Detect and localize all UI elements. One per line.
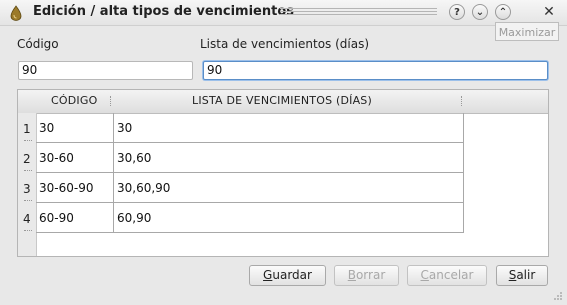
app-icon: [10, 5, 22, 21]
column-resize-handle[interactable]: [110, 96, 112, 106]
row-number[interactable]: 3: [23, 182, 31, 196]
codigo-cell[interactable]: 60-90: [36, 203, 114, 233]
close-icon[interactable]: ✕: [541, 4, 557, 20]
codigo-cell[interactable]: 30-60-90: [36, 173, 114, 203]
resize-grip-icon[interactable]: [553, 291, 563, 301]
row-header-column: 1 2 3 4: [18, 113, 37, 256]
codigo-cell[interactable]: 30: [36, 113, 114, 143]
cancelar-button[interactable]: Cancelar: [407, 265, 487, 286]
salir-button[interactable]: Salir: [496, 265, 548, 286]
title-bar[interactable]: Edición / alta tipos de vencimientos ? ⌄…: [0, 0, 567, 26]
help-icon[interactable]: ?: [449, 4, 465, 20]
lista-cell[interactable]: 60,90: [114, 203, 464, 233]
guardar-button[interactable]: Guardar: [249, 265, 326, 286]
lista-vencimientos-label: Lista de vencimientos (días): [200, 37, 370, 51]
row-resize-handle[interactable]: [24, 230, 32, 232]
lista-vencimientos-input[interactable]: 90: [203, 61, 548, 80]
lista-cell[interactable]: 30,60,90: [114, 173, 464, 203]
vencimientos-table[interactable]: CÓDIGO LISTA DE VENCIMIENTOS (DÍAS) 1 2 …: [17, 89, 549, 257]
minimize-icon[interactable]: ⌄: [472, 4, 488, 20]
table-header: CÓDIGO LISTA DE VENCIMIENTOS (DÍAS): [18, 90, 548, 114]
row-number[interactable]: 4: [23, 212, 31, 226]
row-number[interactable]: 2: [23, 152, 31, 166]
maximize-icon[interactable]: ⌃: [495, 4, 511, 20]
lista-cell[interactable]: 30: [114, 113, 464, 143]
row-resize-handle[interactable]: [24, 170, 32, 172]
codigo-cell[interactable]: 30-60: [36, 143, 114, 173]
lista-cell[interactable]: 30,60: [114, 143, 464, 173]
row-resize-handle[interactable]: [24, 140, 32, 142]
codigo-label: Código: [17, 37, 59, 51]
window-title: Edición / alta tipos de vencimientos: [33, 4, 295, 19]
borrar-button[interactable]: Borrar: [334, 265, 399, 286]
row-number[interactable]: 1: [23, 122, 31, 136]
title-decoration: [280, 8, 437, 17]
column-header-codigo[interactable]: CÓDIGO: [51, 94, 97, 107]
column-resize-handle[interactable]: [461, 96, 463, 106]
row-resize-handle[interactable]: [24, 200, 32, 202]
codigo-input[interactable]: 90: [18, 61, 193, 80]
column-header-lista[interactable]: LISTA DE VENCIMIENTOS (DÍAS): [192, 94, 372, 107]
maximize-tooltip: Maximizar: [495, 22, 559, 41]
